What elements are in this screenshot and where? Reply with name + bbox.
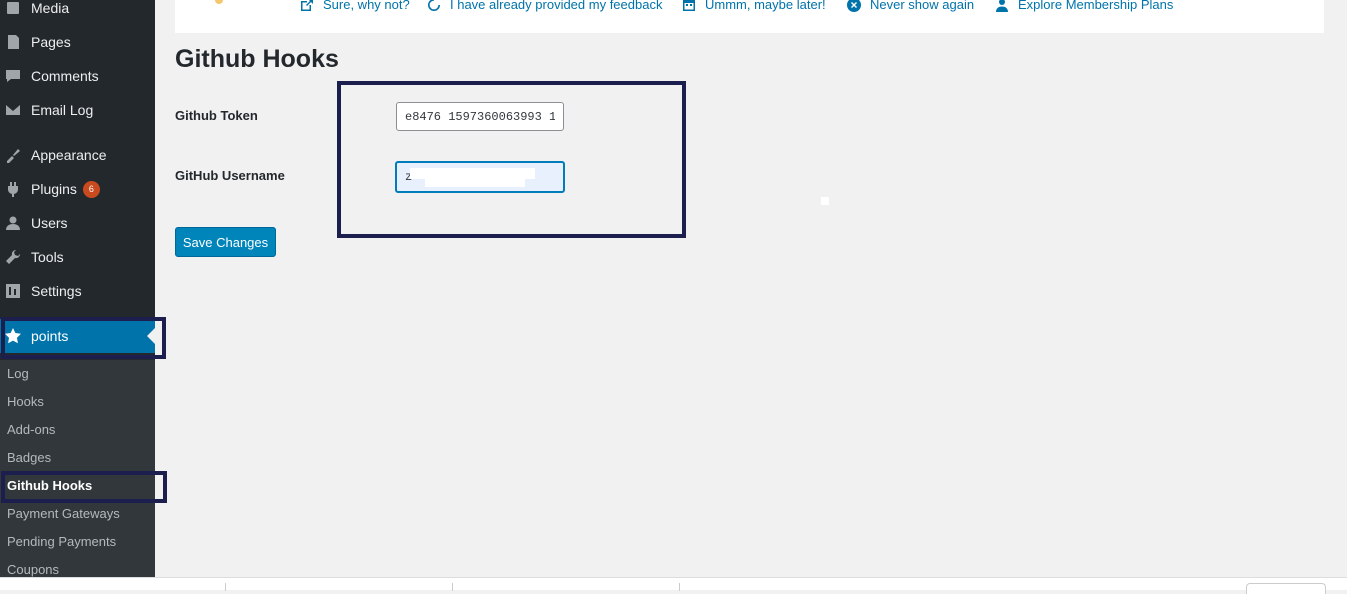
submenu-item-pending-payments[interactable]: Pending Payments [7,532,116,552]
notice-decoration [215,0,223,4]
menu-item-label: Media [31,0,70,16]
menu-item-appearance[interactable]: Appearance [0,138,155,172]
never-show-again-link[interactable]: Never show again [847,0,974,12]
fields-highlight-box [337,81,686,238]
menu-item-label: Plugins [31,181,77,197]
tools-icon [5,249,21,265]
settings-icon [5,283,21,299]
menu-item-label: Pages [31,34,71,50]
menu-item-tools[interactable]: Tools [0,240,155,274]
divider [679,583,680,591]
close-circle-icon [847,0,861,12]
plugins-update-badge: 6 [82,180,100,198]
maybe-later-link[interactable]: Ummm, maybe later! [682,0,826,12]
menu-item-plugins[interactable]: Plugins 6 [0,172,155,206]
menu-item-settings[interactable]: Settings [0,274,155,308]
menu-item-label: Email Log [31,102,94,118]
menu-item-label: Appearance [31,147,107,163]
calendar-icon [682,0,696,12]
save-changes-button[interactable]: Save Changes [175,227,276,257]
menu-item-label: Tools [31,249,64,265]
submenu-item-add-ons[interactable]: Add-ons [7,420,55,440]
menu-item-label: Comments [31,68,99,84]
users-icon [5,215,21,231]
menu-item-label: Settings [31,283,82,299]
media-icon [5,0,21,16]
stray-marker [821,197,829,205]
feedback-notice: Sure, why not? I have already provided m… [175,0,1324,33]
notice-link-label: Sure, why not? [323,0,410,12]
submenu-item-badges[interactable]: Badges [7,448,51,468]
bottom-panel-edge [0,577,1347,594]
comments-icon [5,68,21,84]
email-icon [5,102,21,118]
notice-link-label: Explore Membership Plans [1018,0,1174,12]
notice-link-label: Never show again [870,0,975,12]
menu-item-label: Users [31,215,68,231]
points-submenu: Log Hooks Add-ons Badges Github Hooks Pa… [0,360,155,577]
menu-item-pages[interactable]: Pages [0,25,155,59]
submenu-item-payment-gateways[interactable]: Payment Gateways [7,504,120,524]
points-highlight-box [1,317,166,359]
submenu-item-hooks[interactable]: Hooks [7,392,44,412]
page-title: Github Hooks [175,45,339,73]
notice-link-label: I have already provided my feedback [450,0,663,12]
users-icon [995,0,1009,12]
plugins-icon [5,181,21,197]
divider [225,583,226,591]
sure-why-not-link[interactable]: Sure, why not? [300,0,410,12]
menu-item-comments[interactable]: Comments [0,59,155,93]
divider [452,583,453,591]
refresh-icon [427,0,441,12]
github-hooks-highlight-box [1,471,167,503]
menu-item-email-log[interactable]: Email Log [0,93,155,127]
menu-item-users[interactable]: Users [0,206,155,240]
pages-icon [5,34,21,50]
notice-link-label: Ummm, maybe later! [705,0,826,12]
external-link-icon [300,0,314,12]
appearance-icon [5,147,21,163]
github-token-label: Github Token [175,108,258,123]
already-provided-feedback-link[interactable]: I have already provided my feedback [427,0,662,12]
explore-membership-plans-link[interactable]: Explore Membership Plans [995,0,1173,12]
submenu-item-log[interactable]: Log [7,364,29,384]
github-username-label: GitHub Username [175,168,285,183]
menu-item-media[interactable]: Media [0,0,155,25]
